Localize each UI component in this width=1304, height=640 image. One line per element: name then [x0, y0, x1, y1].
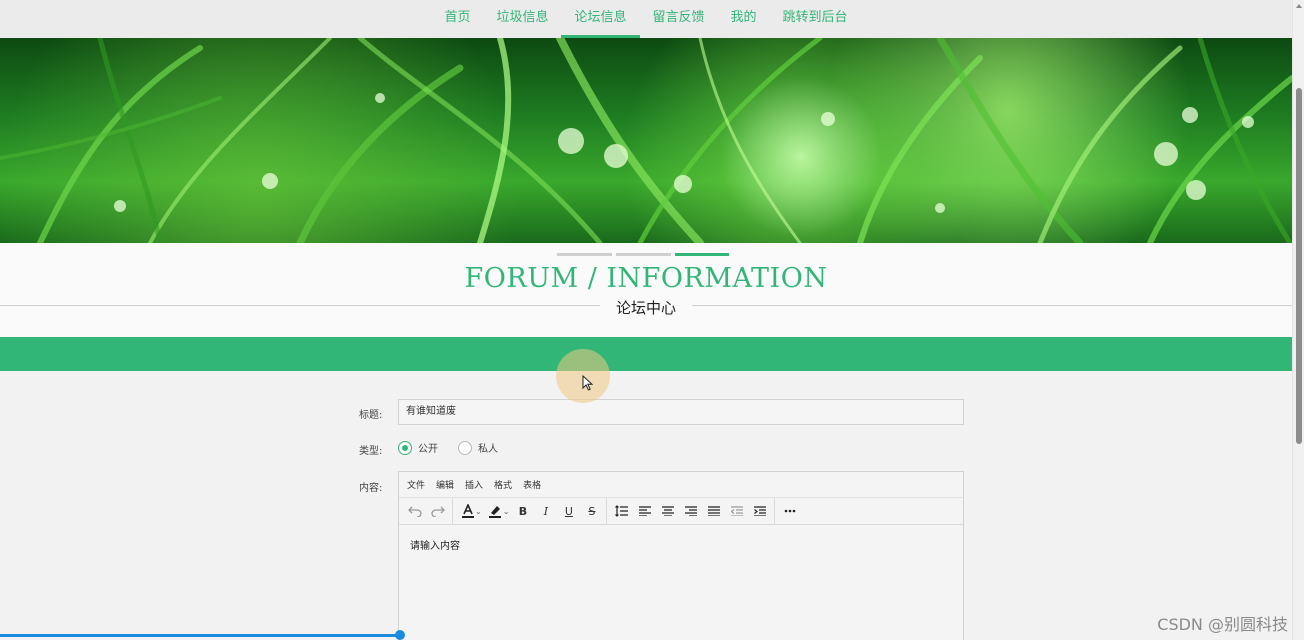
radio-private[interactable] — [458, 440, 472, 455]
watermark: CSDN @别圆科技 — [1157, 615, 1288, 634]
indent-icon[interactable] — [748, 500, 771, 522]
chevron-down-icon[interactable]: ⌄ — [503, 507, 510, 516]
accent-band — [0, 337, 1292, 371]
scroll-up-icon[interactable] — [1296, 4, 1302, 8]
outdent-icon[interactable] — [725, 500, 748, 522]
hero-banner-image — [0, 38, 1292, 243]
menu-edit[interactable]: 编辑 — [436, 478, 454, 491]
align-center-icon[interactable] — [656, 500, 679, 522]
grass-illustration — [0, 38, 1292, 243]
vertical-scrollbar[interactable] — [1292, 0, 1304, 640]
type-radio-group: 公开 私人 — [398, 440, 518, 455]
menu-table[interactable]: 表格 — [523, 478, 541, 491]
radio-public-label[interactable]: 公开 — [418, 440, 438, 455]
video-progress-bar[interactable] — [0, 634, 400, 637]
menu-format[interactable]: 格式 — [494, 478, 512, 491]
top-nav: 首页 垃圾信息 论坛信息 留言反馈 我的 跳转到后台 — [0, 0, 1292, 38]
nav-item-forum-info[interactable]: 论坛信息 — [561, 0, 640, 38]
strikethrough-icon[interactable]: S — [580, 500, 603, 522]
page-title-en: FORUM / INFORMATION — [464, 263, 828, 294]
line-height-icon[interactable] — [610, 500, 633, 522]
italic-icon[interactable]: I — [534, 500, 557, 522]
underline-icon[interactable]: U — [557, 500, 580, 522]
align-right-icon[interactable] — [679, 500, 702, 522]
content-label: 内容: — [359, 483, 383, 494]
nav-item-home[interactable]: 首页 — [431, 0, 483, 38]
page-title-cn: 论坛中心 — [600, 297, 692, 318]
align-left-icon[interactable] — [633, 500, 656, 522]
bold-icon[interactable]: B — [511, 500, 534, 522]
radio-public[interactable] — [398, 440, 412, 455]
align-justify-icon[interactable] — [702, 500, 725, 522]
scrollbar-thumb[interactable] — [1296, 88, 1302, 444]
progress-handle[interactable] — [395, 630, 405, 640]
title-input[interactable]: 有谁知道废 — [398, 399, 964, 425]
nav-item-admin[interactable]: 跳转到后台 — [770, 0, 861, 38]
editor-placeholder: 请输入内容 — [410, 541, 460, 552]
editor-menubar: 文件 编辑 插入 格式 表格 — [399, 472, 963, 498]
nav-item-garbage-info[interactable]: 垃圾信息 — [483, 0, 561, 38]
title-label: 标题: — [359, 410, 383, 421]
section-heading: FORUM / INFORMATION 论坛中心 — [0, 243, 1292, 337]
menu-insert[interactable]: 插入 — [465, 478, 483, 491]
editor-toolbar: ⌄ ⌄ B I U S — [399, 497, 963, 525]
chevron-down-icon[interactable]: ⌄ — [475, 507, 482, 516]
undo-icon[interactable] — [403, 500, 426, 522]
nav-item-feedback[interactable]: 留言反馈 — [640, 0, 718, 38]
rich-text-editor: 文件 编辑 插入 格式 表格 ⌄ ⌄ B I U S 请输入内容 — [398, 471, 964, 640]
more-options-icon[interactable] — [778, 500, 801, 522]
redo-icon[interactable] — [426, 500, 449, 522]
nav-item-mine[interactable]: 我的 — [718, 0, 770, 38]
mouse-pointer-icon — [582, 375, 593, 391]
editor-content-area[interactable]: 请输入内容 — [399, 525, 963, 564]
type-label: 类型: — [359, 446, 383, 457]
menu-file[interactable]: 文件 — [407, 478, 425, 491]
radio-private-label[interactable]: 私人 — [478, 440, 498, 455]
post-form: 标题: 有谁知道废 类型: 公开 私人 内容: 文件 编辑 插入 格式 表格 ⌄… — [0, 371, 1292, 640]
